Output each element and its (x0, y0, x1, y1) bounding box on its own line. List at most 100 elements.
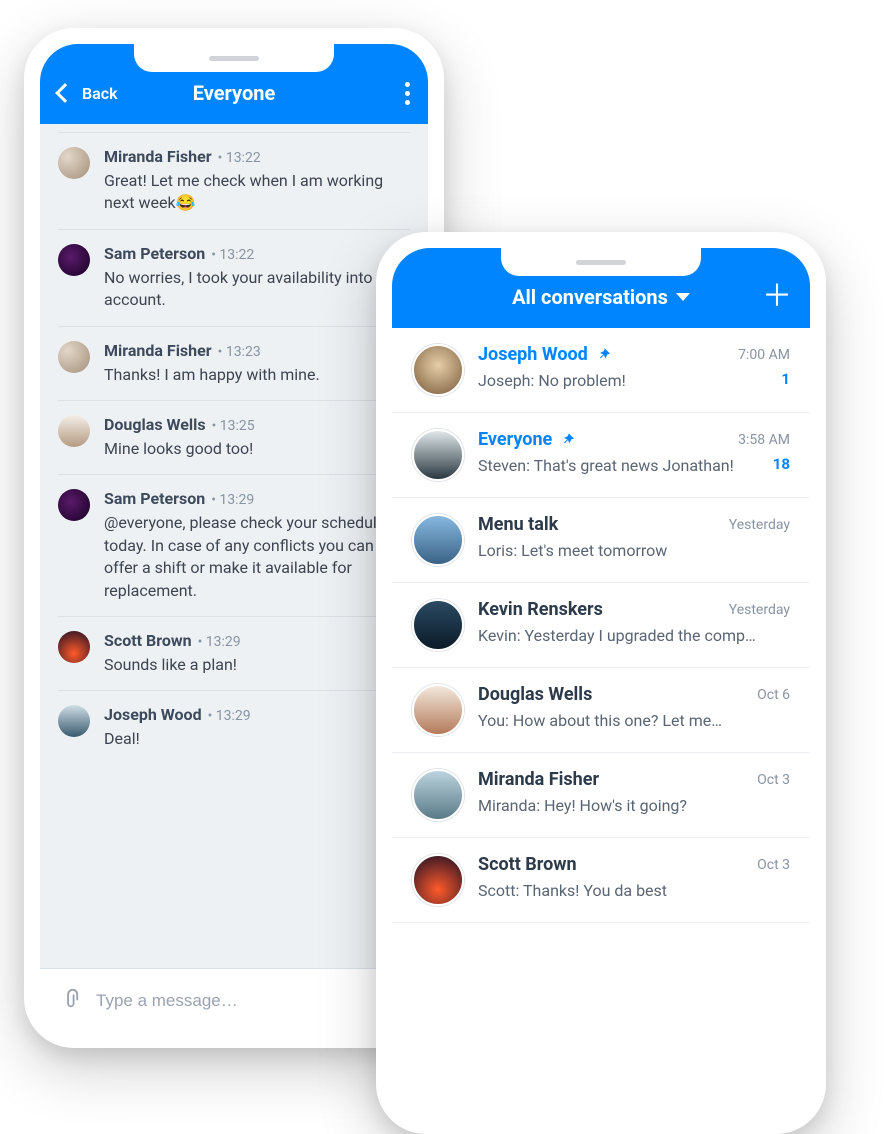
avatar (412, 854, 464, 906)
chat-message: Sam Peterson • 13:22No worries, I took y… (58, 229, 410, 326)
message-text: @everyone, please check your schedule to… (104, 512, 410, 602)
conversation-preview: Steven: That's great news Jonathan! (478, 456, 734, 475)
message-time: • 13:25 (212, 418, 255, 434)
conversation-name: Joseph Wood (478, 344, 612, 365)
message-time: • 13:22 (218, 150, 261, 166)
conversation-preview: Loris: Let's meet tomorrow (478, 541, 667, 560)
conversation-name: Miranda Fisher (478, 769, 599, 790)
kebab-icon (405, 82, 410, 105)
plus-icon: ＋ (762, 282, 792, 312)
conversation-preview: Miranda: Hey! How's it going? (478, 796, 687, 815)
avatar (58, 631, 90, 663)
conversation-preview: You: How about this one? Let me… (478, 711, 722, 730)
attachment-icon[interactable] (58, 987, 80, 1015)
chat-message: Miranda Fisher • 13:23Thanks! I am happy… (58, 326, 410, 400)
list-title: All conversations (512, 285, 668, 309)
chat-message: Sam Peterson • 13:29@everyone, please ch… (58, 474, 410, 616)
conversation-preview: Scott: Thanks! You da best (478, 881, 667, 900)
message-body: Sam Peterson • 13:29@everyone, please ch… (104, 489, 410, 602)
conversation-list[interactable]: Joseph Wood 7:00 AM Joseph: No problem! 1 E… (392, 328, 810, 1118)
avatar (412, 599, 464, 651)
chat-title: Everyone (118, 81, 350, 105)
conversation-item[interactable]: Douglas Wells Oct 6 You: How about this on… (392, 668, 810, 753)
conversation-time: Yesterday (729, 517, 790, 533)
message-text: Sounds like a plan! (104, 654, 410, 676)
conversation-item[interactable]: Scott Brown Oct 3 Scott: Thanks! You da be… (392, 838, 810, 923)
message-time: • 13:22 (211, 247, 254, 263)
message-body: Sam Peterson • 13:22No worries, I took y… (104, 244, 410, 312)
avatar (412, 684, 464, 736)
message-time: • 13:29 (198, 634, 241, 650)
message-sender: Joseph Wood (104, 705, 202, 724)
conversation-item[interactable]: Miranda Fisher Oct 3 Miranda: Hey! How's i… (392, 753, 810, 838)
composer (40, 968, 428, 1032)
message-text: Great! Let me check when I am working ne… (104, 170, 410, 215)
conversation-time: 3:58 AM (738, 432, 790, 448)
phone-list-screen: All conversations ＋ Joseph Wood 7:00 AMJ… (392, 248, 810, 1118)
message-sender: Miranda Fisher (104, 147, 212, 166)
message-text: Thanks! I am happy with mine. (104, 364, 410, 386)
avatar (58, 489, 90, 521)
conversation-name: Douglas Wells (478, 684, 592, 705)
conversation-time: Oct 3 (757, 857, 790, 873)
conversation-preview: Joseph: No problem! (478, 371, 626, 390)
conversation-body: Everyone 3:58 AMSteven: That's great new… (478, 429, 790, 475)
message-time: • 13:23 (218, 344, 261, 360)
conversation-item[interactable]: Everyone 3:58 AMSteven: That's great new… (392, 413, 810, 498)
chat-message: Douglas Wells • 13:25Mine looks good too… (58, 400, 410, 474)
phone-list: All conversations ＋ Joseph Wood 7:00 AMJ… (376, 232, 826, 1134)
message-body: Joseph Wood • 13:29 Deal! (104, 705, 410, 750)
message-sender: Douglas Wells (104, 415, 206, 434)
conversation-body: Kevin RenskersYesterdayKevin: Yesterday … (478, 599, 790, 645)
pin-icon (596, 347, 612, 363)
conversation-item[interactable]: Kevin RenskersYesterdayKevin: Yesterday … (392, 583, 810, 668)
chevron-left-icon (55, 83, 75, 103)
avatar (58, 147, 90, 179)
conversation-name: Menu talk (478, 514, 558, 535)
conversation-time: 7:00 AM (738, 347, 790, 363)
avatar (412, 514, 464, 566)
message-input[interactable] (96, 991, 410, 1011)
conversation-item[interactable]: Menu talk Yesterday Loris: Let's meet tomo… (392, 498, 810, 583)
avatar (58, 244, 90, 276)
chat-messages[interactable]: Miranda Fisher • 13:22 Great! Let me chec… (40, 124, 428, 968)
conversation-time: Oct 3 (757, 772, 790, 788)
pin-icon (560, 432, 576, 448)
back-button[interactable]: Back (58, 84, 118, 103)
message-body: Miranda Fisher • 13:23Thanks! I am happy… (104, 341, 410, 386)
chat-message: Joseph Wood • 13:29 Deal! (58, 690, 410, 764)
avatar (58, 415, 90, 447)
back-label: Back (82, 84, 118, 103)
conversation-time: Yesterday (729, 602, 790, 618)
conversation-time: Oct 6 (757, 687, 790, 703)
phone-chat-screen: Back Everyone Miranda Fisher • 13:22 Grea… (40, 44, 428, 1032)
unread-badge: 18 (773, 455, 790, 473)
conversation-name: Everyone (478, 429, 576, 450)
message-sender: Scott Brown (104, 631, 192, 650)
message-sender: Sam Peterson (104, 489, 205, 508)
message-text: Deal! (104, 728, 410, 750)
unread-badge: 1 (781, 370, 790, 388)
message-body: Douglas Wells • 13:25Mine looks good too… (104, 415, 410, 460)
avatar (412, 344, 464, 396)
conversation-body: Joseph Wood 7:00 AM Joseph: No problem! 1 (478, 344, 790, 390)
notch (134, 44, 334, 72)
caret-down-icon (676, 293, 690, 301)
notch (501, 248, 701, 276)
conversations-filter[interactable]: All conversations (470, 285, 732, 309)
conversation-name: Scott Brown (478, 854, 577, 875)
conversation-body: Douglas Wells Oct 6 You: How about this on… (478, 684, 790, 730)
conversation-body: Miranda Fisher Oct 3 Miranda: Hey! How's i… (478, 769, 790, 815)
conversation-body: Menu talk Yesterday Loris: Let's meet tomo… (478, 514, 790, 560)
chat-message: Scott Brown • 13:29 Sounds like a plan! (58, 616, 410, 690)
message-sender: Sam Peterson (104, 244, 205, 263)
conversation-item[interactable]: Joseph Wood 7:00 AM Joseph: No problem! 1 (392, 328, 810, 413)
avatar (412, 429, 464, 481)
chat-menu-button[interactable] (350, 82, 410, 105)
message-body: Scott Brown • 13:29 Sounds like a plan! (104, 631, 410, 676)
message-time: • 13:29 (208, 708, 251, 724)
new-conversation-button[interactable]: ＋ (732, 282, 792, 312)
avatar (58, 705, 90, 737)
message-body: Miranda Fisher • 13:22 Great! Let me chec… (104, 147, 410, 215)
conversation-body: Scott Brown Oct 3 Scott: Thanks! You da be… (478, 854, 790, 900)
